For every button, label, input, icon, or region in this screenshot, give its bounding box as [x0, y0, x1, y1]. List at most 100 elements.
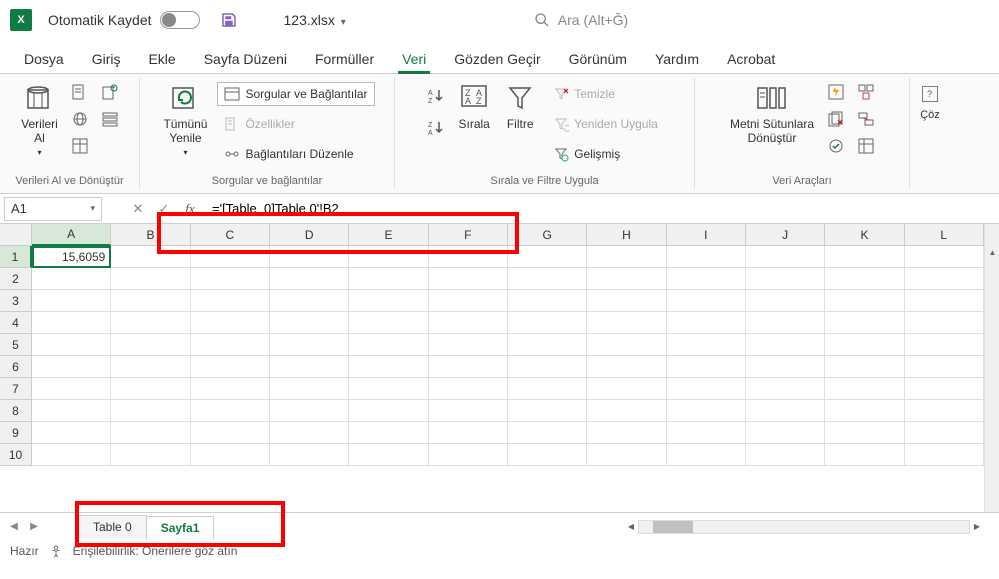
recent-sources-icon[interactable]	[98, 80, 122, 104]
cell[interactable]	[746, 268, 825, 290]
cell[interactable]	[746, 422, 825, 444]
cell[interactable]	[111, 290, 190, 312]
cell[interactable]	[905, 400, 984, 422]
text-to-columns-button[interactable]: Metni Sütunlara Dönüştür	[726, 80, 818, 147]
data-validation-icon[interactable]	[824, 134, 848, 158]
cell[interactable]	[508, 378, 587, 400]
cell[interactable]	[429, 356, 508, 378]
cell[interactable]	[191, 312, 270, 334]
cell[interactable]	[429, 378, 508, 400]
cell[interactable]	[111, 246, 190, 268]
col-header[interactable]: H	[587, 224, 666, 246]
cell[interactable]	[111, 312, 190, 334]
cell[interactable]	[270, 356, 349, 378]
tab-yardim[interactable]: Yardım	[643, 45, 711, 73]
existing-connections-icon[interactable]	[98, 107, 122, 131]
cell[interactable]	[905, 356, 984, 378]
cell[interactable]	[32, 334, 111, 356]
search-box[interactable]: Ara (Alt+Ğ)	[534, 12, 628, 28]
row-header[interactable]: 7	[0, 378, 32, 400]
cell[interactable]	[508, 334, 587, 356]
cell[interactable]	[270, 246, 349, 268]
tab-formuller[interactable]: Formüller	[303, 45, 386, 73]
cell[interactable]	[429, 268, 508, 290]
accessibility-icon[interactable]	[49, 543, 63, 559]
relationships-icon[interactable]	[854, 107, 878, 131]
sheet-nav-prev[interactable]: ◀	[6, 519, 22, 535]
enter-icon[interactable]: ✓	[152, 197, 176, 221]
filter-button[interactable]: Filtre	[500, 80, 540, 133]
cell[interactable]	[111, 268, 190, 290]
what-if-button[interactable]: ? Çöz	[914, 80, 946, 123]
cancel-icon[interactable]: ✕	[126, 197, 150, 221]
cell[interactable]	[191, 290, 270, 312]
cell[interactable]	[825, 422, 904, 444]
cell[interactable]	[191, 444, 270, 466]
row-header[interactable]: 4	[0, 312, 32, 334]
formula-input[interactable]	[204, 197, 995, 221]
cell[interactable]	[270, 422, 349, 444]
col-header[interactable]: L	[905, 224, 984, 246]
row-header[interactable]: 8	[0, 400, 32, 422]
cell[interactable]	[587, 334, 666, 356]
cell[interactable]	[825, 268, 904, 290]
sheet-nav-next[interactable]: ▶	[26, 519, 42, 535]
vertical-scrollbar[interactable]: ▲	[984, 224, 999, 512]
row-header[interactable]: 6	[0, 356, 32, 378]
col-header[interactable]: A	[32, 224, 111, 246]
row-header[interactable]: 9	[0, 422, 32, 444]
cell[interactable]	[270, 268, 349, 290]
cell[interactable]	[191, 268, 270, 290]
cell[interactable]	[191, 400, 270, 422]
cell[interactable]	[667, 312, 746, 334]
cell[interactable]	[825, 356, 904, 378]
cell[interactable]	[667, 356, 746, 378]
cell[interactable]	[111, 422, 190, 444]
cell[interactable]	[825, 400, 904, 422]
cell[interactable]	[587, 312, 666, 334]
cell[interactable]	[32, 268, 111, 290]
cell[interactable]	[32, 444, 111, 466]
cell[interactable]	[508, 312, 587, 334]
row-header[interactable]: 3	[0, 290, 32, 312]
cell[interactable]	[746, 378, 825, 400]
cell[interactable]: 15,6059	[32, 246, 111, 268]
cell[interactable]	[905, 312, 984, 334]
clear-button[interactable]: Temizle	[546, 82, 665, 106]
tab-dosya[interactable]: Dosya	[12, 45, 76, 73]
name-box[interactable]: A1▾	[4, 197, 102, 221]
get-data-button[interactable]: Verileri Al▾	[17, 80, 62, 159]
cell[interactable]	[270, 444, 349, 466]
col-header[interactable]: B	[111, 224, 190, 246]
cell[interactable]	[32, 290, 111, 312]
cell[interactable]	[270, 378, 349, 400]
cell[interactable]	[825, 290, 904, 312]
col-header[interactable]: K	[825, 224, 904, 246]
cell[interactable]	[32, 312, 111, 334]
cell[interactable]	[349, 444, 428, 466]
cell[interactable]	[905, 268, 984, 290]
cell[interactable]	[667, 400, 746, 422]
row-header[interactable]: 5	[0, 334, 32, 356]
cell[interactable]	[349, 268, 428, 290]
from-web-icon[interactable]	[68, 107, 92, 131]
cell[interactable]	[349, 246, 428, 268]
cell[interactable]	[111, 334, 190, 356]
col-header[interactable]: C	[191, 224, 270, 246]
scroll-up-icon[interactable]: ▲	[986, 246, 999, 258]
tab-sayfa-duzeni[interactable]: Sayfa Düzeni	[192, 45, 299, 73]
cell[interactable]	[905, 290, 984, 312]
cell[interactable]	[429, 400, 508, 422]
edit-links-button[interactable]: Bağlantıları Düzenle	[217, 142, 374, 166]
cell[interactable]	[905, 444, 984, 466]
save-icon[interactable]	[220, 11, 238, 29]
cell[interactable]	[111, 444, 190, 466]
cell[interactable]	[349, 400, 428, 422]
cell[interactable]	[667, 334, 746, 356]
cell[interactable]	[191, 378, 270, 400]
cell[interactable]	[587, 356, 666, 378]
cell[interactable]	[270, 290, 349, 312]
cell[interactable]	[508, 356, 587, 378]
cell[interactable]	[905, 246, 984, 268]
cell[interactable]	[111, 400, 190, 422]
